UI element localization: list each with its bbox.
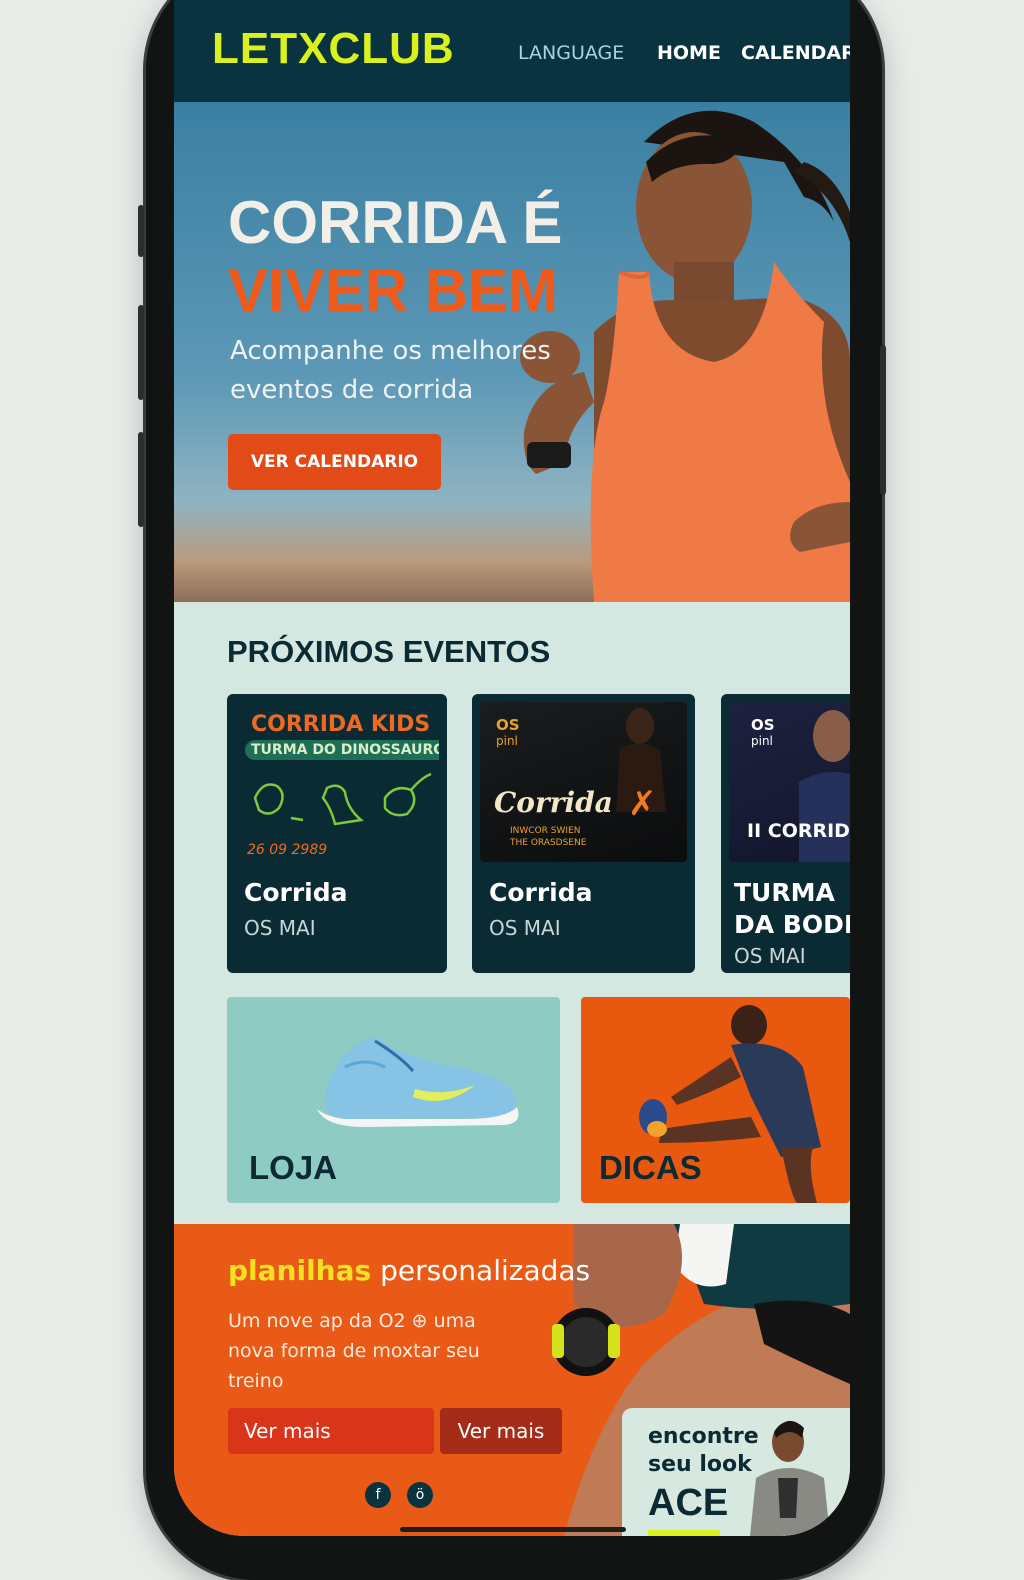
event-date: OS MAI xyxy=(244,916,316,940)
view-calendar-button[interactable]: VER CALENDARIO xyxy=(228,434,441,490)
social-icon[interactable]: ö xyxy=(407,1482,433,1508)
promo-description: Um nove ap da O2 ⊕ uma nova forma de mox… xyxy=(228,1310,480,1392)
events-heading: PRÓXIMOS EVENTOS xyxy=(227,634,551,669)
poster-corner-text: pinl xyxy=(751,734,773,748)
poster-date: 26 09 2989 xyxy=(247,842,328,858)
poster-tag: TURMA DO DINOSSAURO xyxy=(245,740,439,760)
event-title: Corrida xyxy=(489,878,593,907)
poster-title: CORRIDA KIDS xyxy=(251,712,431,737)
poster-subtitle: INWCOR SWIEN xyxy=(510,826,581,836)
event-title: Corrida xyxy=(244,878,348,907)
shop-label: LOJA xyxy=(249,1149,338,1186)
event-poster: CORRIDA KIDS TURMA DO DINOSSAURO 26 09 2… xyxy=(235,702,439,862)
nav-calendar[interactable]: CALENDARI xyxy=(741,42,850,64)
nav-home[interactable]: HOME xyxy=(657,42,721,64)
top-nav: LETXCLUB LANGUAGE HOME CALENDARI xyxy=(174,0,850,102)
poster-subtitle: THE ORASDSENE xyxy=(510,838,587,848)
poster-corner-text: OS xyxy=(496,716,520,734)
look-brand: ACE xyxy=(648,1482,729,1524)
hero-banner: CORRIDA É VIVER BEM Acompanhe os melhore… xyxy=(174,102,850,602)
look-line1: encontre xyxy=(648,1424,759,1449)
find-your-look-card[interactable]: encontre seu look ACE xyxy=(622,1408,850,1536)
phone-power-button xyxy=(880,345,886,495)
hero-title-line1: CORRIDA É xyxy=(228,189,563,256)
event-date: OS MAI xyxy=(489,916,561,940)
app-screen: LETXCLUB LANGUAGE HOME CALENDARI xyxy=(174,0,850,1536)
event-poster: OS pinl Corrida ✗ INWCOR SWIEN THE ORASD… xyxy=(480,702,687,862)
sneaker-icon xyxy=(317,1037,519,1127)
event-card[interactable]: OS pinl Corrida ✗ INWCOR SWIEN THE ORASD… xyxy=(472,694,695,973)
event-card[interactable]: OS pinl II CORRID TURMA DA BODIA OS MAI xyxy=(721,694,850,973)
event-card[interactable]: CORRIDA KIDS TURMA DO DINOSSAURO 26 09 2… xyxy=(227,694,447,973)
hero-title-line2: VIVER BEM xyxy=(228,257,559,324)
poster-corner-text: OS xyxy=(751,716,775,734)
tips-label: DICAS xyxy=(599,1149,702,1186)
event-date: OS MAI xyxy=(734,944,806,968)
event-poster: OS pinl II CORRID xyxy=(729,702,850,862)
poster-corner-text: pinl xyxy=(496,734,518,748)
poster-title: Corrida xyxy=(494,786,613,819)
dinosaur-doodles-icon xyxy=(253,772,432,826)
hero-subtitle: Acompanhe os melhores eventos de corrida xyxy=(230,336,551,405)
phone-volume-down-button xyxy=(138,432,144,527)
brand-logo[interactable]: LETXCLUB xyxy=(212,24,455,74)
nav-language[interactable]: LANGUAGE xyxy=(518,42,624,64)
promo-title-rest: personalizadas xyxy=(380,1254,591,1287)
event-title-line1: TURMA xyxy=(734,878,835,907)
shop-tile[interactable]: LOJA xyxy=(227,997,560,1203)
poster-title: II CORRID xyxy=(747,820,850,842)
tips-tile[interactable]: DICAS xyxy=(581,997,850,1203)
promo-title-highlight: planilhas xyxy=(228,1254,372,1287)
see-more-button[interactable]: Ver mais xyxy=(228,1408,434,1454)
look-line2: seu look xyxy=(648,1452,752,1477)
see-more-button-secondary[interactable]: Ver mais xyxy=(440,1408,562,1454)
home-indicator[interactable] xyxy=(400,1527,626,1532)
running-figure-icon: ✗ xyxy=(628,784,657,824)
facebook-icon[interactable]: f xyxy=(365,1482,391,1508)
phone-side-button xyxy=(138,205,144,257)
phone-volume-up-button xyxy=(138,305,144,400)
brand-underline xyxy=(648,1530,720,1536)
promo-title: planilhas personalizadas xyxy=(228,1254,590,1287)
event-title-line2: DA BODIA xyxy=(734,910,850,939)
